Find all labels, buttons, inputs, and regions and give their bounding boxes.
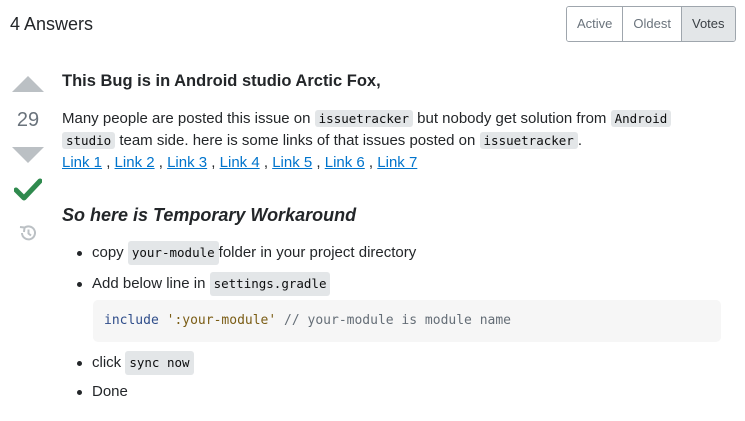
issue-link-3[interactable]: Link 3: [167, 154, 207, 171]
bullet-dot: [77, 250, 82, 256]
issue-link-6[interactable]: Link 6: [325, 154, 365, 171]
code-block: include ':your-module' // your-module is…: [93, 300, 721, 342]
issue-link-1[interactable]: Link 1: [62, 154, 102, 171]
vote-count: 29: [16, 109, 40, 131]
link-separator: ,: [154, 154, 168, 171]
step-item: click sync now: [62, 351, 194, 375]
issue-link-4[interactable]: Link 4: [220, 154, 260, 171]
link-separator: ,: [259, 154, 273, 171]
step-text: copy: [92, 244, 124, 261]
history-icon[interactable]: [18, 223, 38, 248]
code-string: ':your-module': [166, 313, 277, 328]
intro-text-3: team side. here is some links of that is…: [115, 132, 480, 149]
sort-tabs: Active Oldest Votes: [566, 6, 736, 42]
step-item: Done: [62, 381, 128, 403]
downvote-arrow-icon[interactable]: [12, 147, 44, 163]
link-separator: ,: [312, 154, 325, 171]
issue-link-2[interactable]: Link 2: [115, 154, 155, 171]
workaround-heading: So here is Temporary Workaround: [62, 205, 357, 225]
step-item: copy your-module folder in your project …: [62, 241, 416, 265]
intro-text-4: .: [577, 132, 582, 149]
sort-votes-button[interactable]: Votes: [680, 7, 735, 41]
inline-code-sync-now: sync now: [125, 351, 194, 375]
step-text: click: [92, 354, 122, 371]
answer-title: This Bug is in Android studio Arctic Fox…: [62, 72, 381, 90]
inline-code-settings-gradle: settings.gradle: [209, 272, 331, 296]
step-item: Add below line in settings.gradle: [62, 272, 331, 296]
inline-code-issuetracker: issuetracker: [314, 110, 413, 127]
bullet-dot: [77, 360, 82, 366]
issue-link-5[interactable]: Link 5: [272, 154, 312, 171]
code-comment: // your-module is module name: [284, 313, 512, 328]
code-keyword: include: [104, 313, 159, 328]
inline-code-studio: studio: [62, 132, 116, 149]
link-separator: ,: [364, 154, 378, 171]
step-text: Add below line in: [92, 275, 206, 292]
upvote-arrow-icon[interactable]: [12, 76, 44, 92]
link-separator: ,: [207, 154, 220, 171]
link-separator: ,: [102, 154, 115, 171]
issue-link-7[interactable]: Link 7: [377, 154, 417, 171]
inline-code-android: Android: [610, 110, 672, 127]
bullet-dot: [77, 389, 82, 395]
inline-code-your-module: your-module: [127, 241, 219, 265]
issue-links: Link 1 , Link 2 , Link 3 , Link 4 , Link…: [62, 152, 417, 174]
accepted-check-icon: [13, 178, 43, 207]
bullet-dot: [77, 281, 82, 287]
intro-text-2: but nobody get solution from: [412, 110, 611, 127]
inline-code-issuetracker-2: issuetracker: [479, 132, 578, 149]
sort-active-button[interactable]: Active: [567, 7, 623, 41]
sort-oldest-button[interactable]: Oldest: [622, 7, 681, 41]
intro-paragraph: Many people are posted this issue on iss…: [62, 108, 722, 152]
intro-text-1: Many people are posted this issue on: [62, 110, 315, 127]
answers-count: 4 Answers: [10, 14, 94, 34]
step-text: Done: [92, 383, 128, 400]
step-text: folder in your project directory: [218, 244, 417, 261]
